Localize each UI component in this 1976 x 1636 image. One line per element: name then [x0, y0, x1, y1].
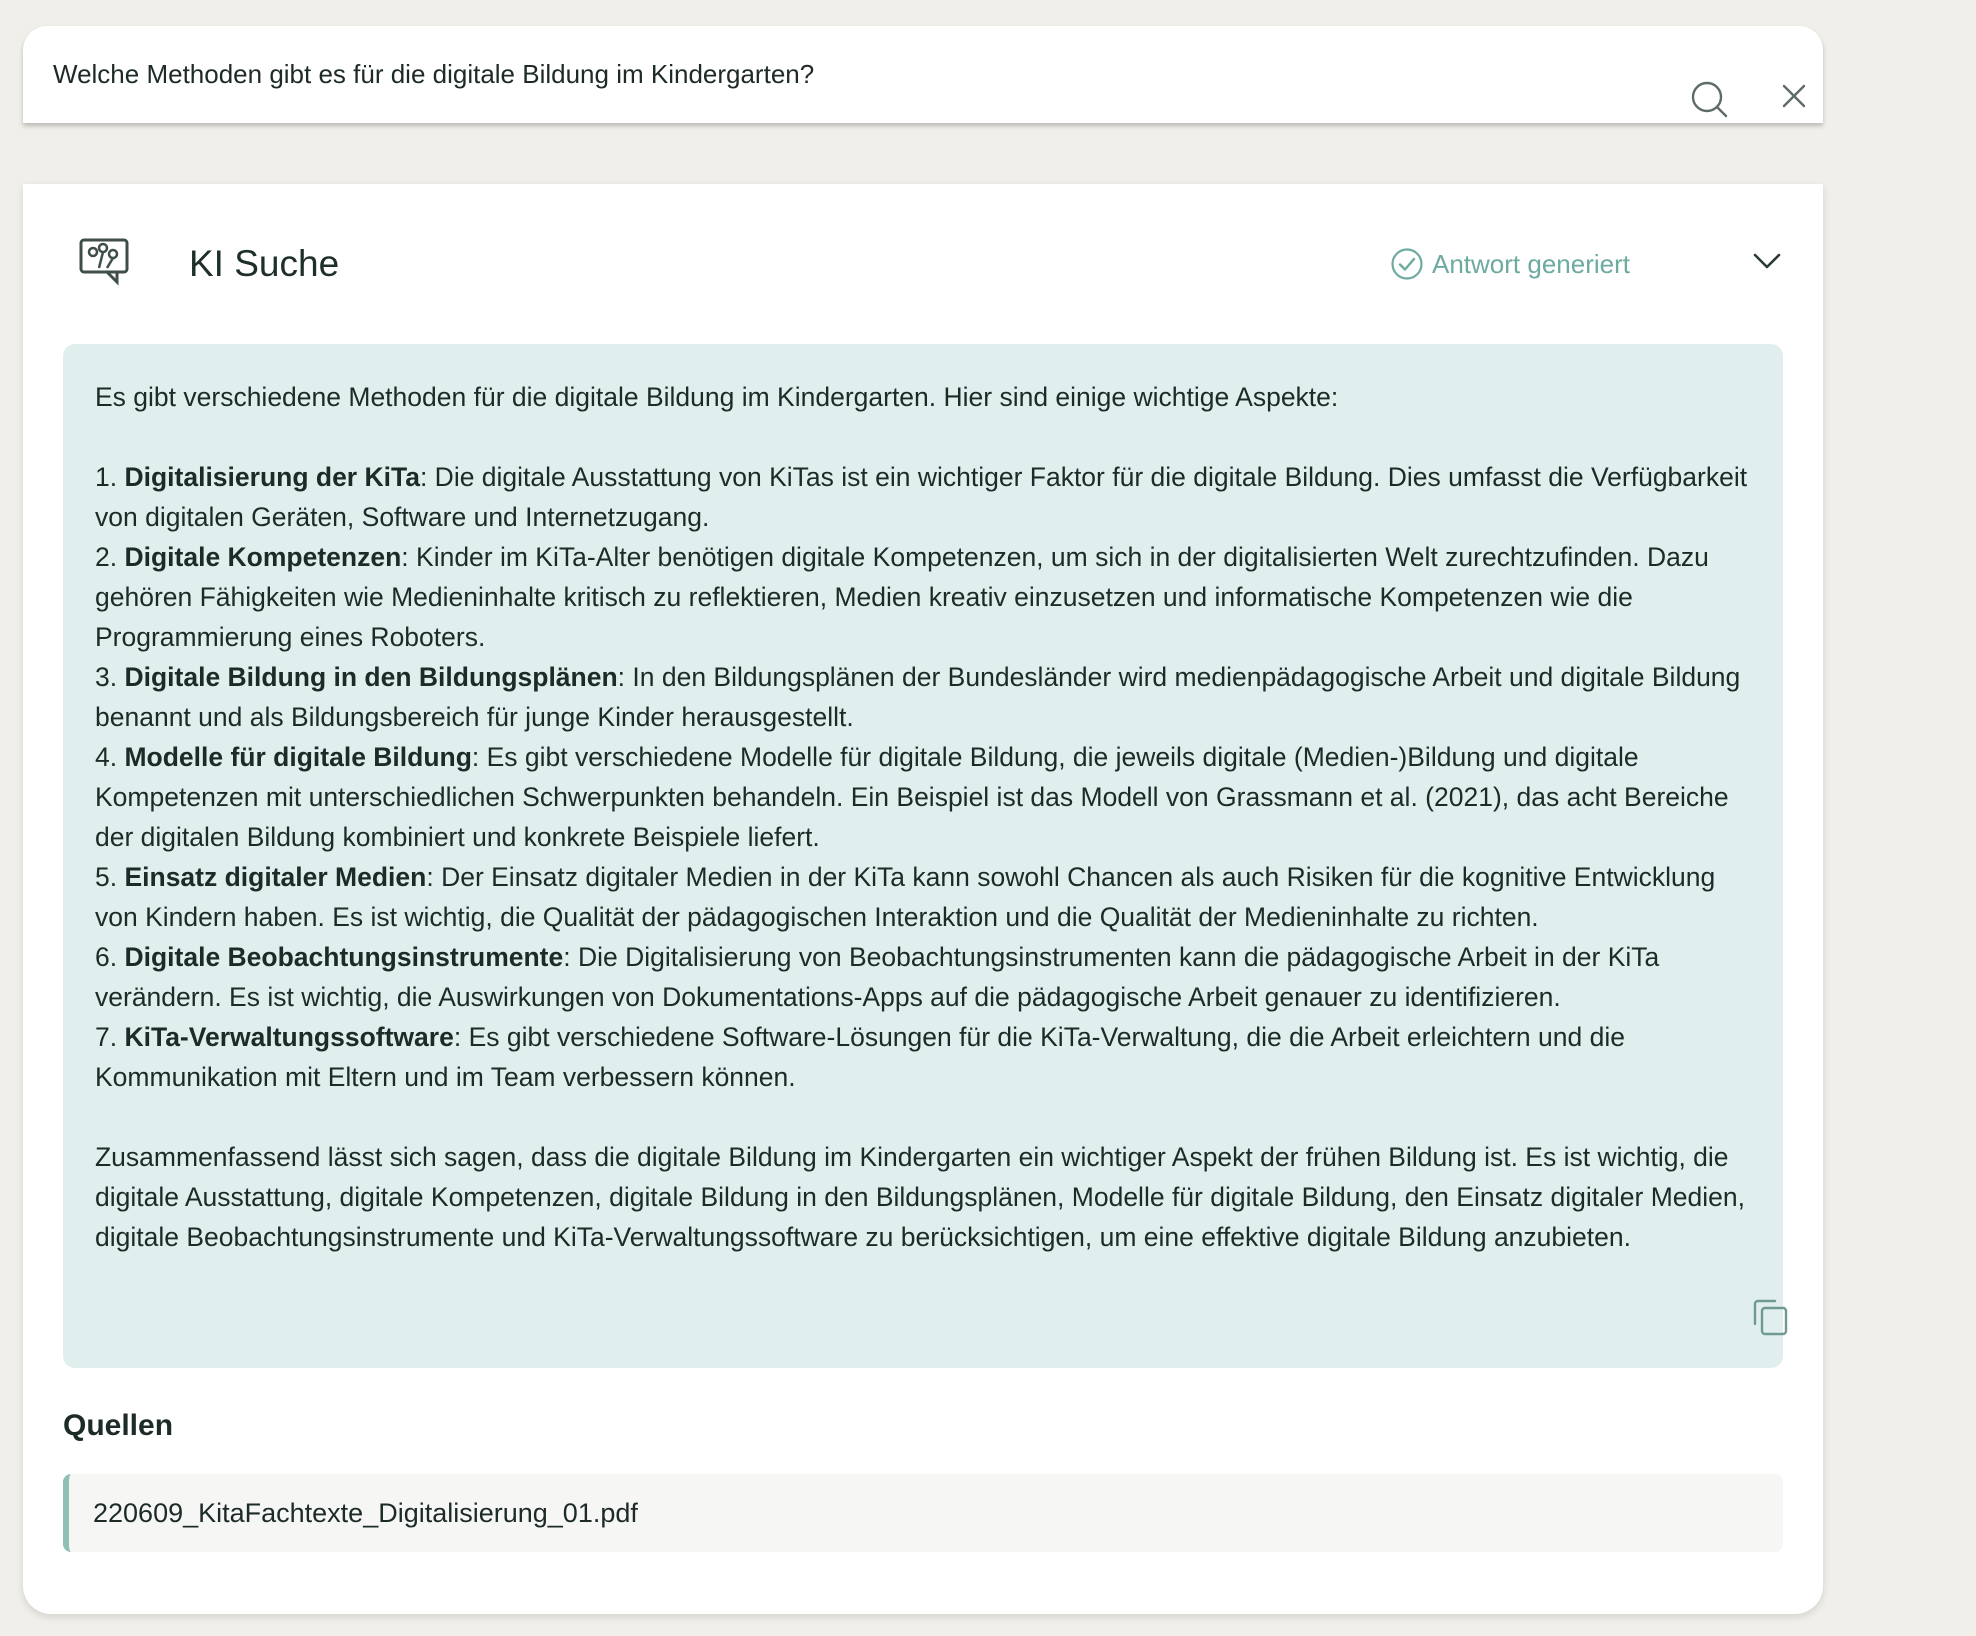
answer-intro: Es gibt verschiedene Methoden für die di…	[95, 382, 1339, 412]
answer-list-item: 4. Modelle für digitale Bildung: Es gibt…	[95, 742, 1729, 852]
answer-list-item: 6. Digitale Beobachtungsinstrumente: Die…	[95, 942, 1660, 1012]
status-label: Antwort generiert	[1432, 248, 1630, 279]
answer-box: Es gibt verschiedene Methoden für die di…	[63, 344, 1788, 1368]
ai-search-panel: KI Suche Antwort generiert Es gibt versc…	[23, 184, 1823, 1614]
check-circle-icon	[1391, 248, 1423, 280]
close-icon[interactable]	[1778, 80, 1810, 112]
answer-list-item: 1. Digitalisierung der KiTa: Die digital…	[95, 462, 1748, 532]
source-item[interactable]: 220609_KitaFachtexte_Digitalisierung_01.…	[63, 1474, 1783, 1552]
status-badge: Antwort generiert	[1390, 244, 1630, 284]
copy-icon[interactable]	[1749, 1296, 1791, 1338]
answer-list-item: 5. Einsatz digitaler Medien: Der Einsatz…	[95, 862, 1716, 932]
sources-heading: Quellen	[63, 1409, 174, 1442]
answer-list-item: 3. Digitale Bildung in den Bildungspläne…	[95, 662, 1741, 732]
ai-search-icon	[79, 238, 129, 286]
answer-summary: Zusammenfassend lässt sich sagen, dass d…	[95, 1142, 1745, 1252]
source-label[interactable]: 220609_KitaFachtexte_Digitalisierung_01.…	[93, 1474, 638, 1552]
search-input[interactable]: Welche Methoden gibt es für die digitale…	[53, 26, 814, 123]
answer-list-item: 7. KiTa-Verwaltungssoftware: Es gibt ver…	[95, 1022, 1625, 1092]
search-bar[interactable]: Welche Methoden gibt es für die digitale…	[23, 26, 1823, 123]
search-icon[interactable]	[1690, 80, 1730, 120]
chevron-down-icon[interactable]	[1750, 244, 1784, 278]
panel-title: KI Suche	[189, 243, 340, 284]
answer-list-item: 2. Digitale Kompetenzen: Kinder im KiTa-…	[95, 542, 1709, 652]
